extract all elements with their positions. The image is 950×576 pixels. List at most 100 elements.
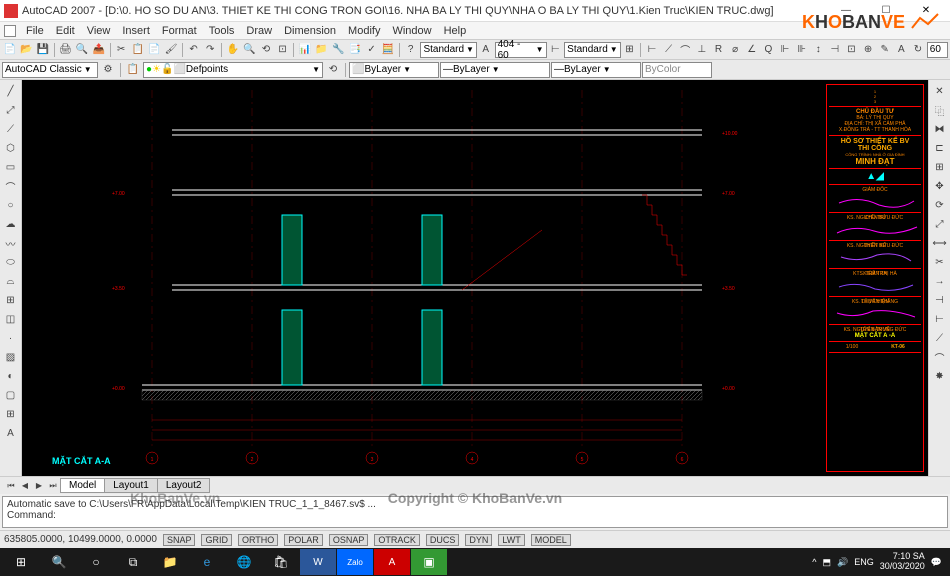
fillet-button[interactable]: ⌒ xyxy=(931,348,949,366)
menu-draw[interactable]: Draw xyxy=(240,25,278,37)
copy-obj-button[interactable]: ⿻ xyxy=(931,101,949,119)
grid-toggle[interactable]: GRID xyxy=(201,534,232,546)
tab-first-button[interactable]: ⏮ xyxy=(4,479,18,493)
tab-next-button[interactable]: ▶ xyxy=(32,479,46,493)
region-button[interactable]: ▢ xyxy=(2,386,20,404)
line-button[interactable]: ╱ xyxy=(2,82,20,100)
osnap-toggle[interactable]: OSNAP xyxy=(329,534,369,546)
tray-net-icon[interactable]: ⬒ xyxy=(822,557,831,568)
undo-button[interactable]: ↶ xyxy=(186,41,202,59)
dim-space-button[interactable]: ↕ xyxy=(810,41,826,59)
match-button[interactable]: 🖌 xyxy=(163,41,179,59)
dim-linear-button[interactable]: ⊢ xyxy=(644,41,660,59)
point-button[interactable]: · xyxy=(2,329,20,347)
dim-center-button[interactable]: ⊕ xyxy=(860,41,876,59)
model-toggle[interactable]: MODEL xyxy=(531,534,571,546)
start-button[interactable]: ⊞ xyxy=(2,549,40,575)
tab-last-button[interactable]: ⏭ xyxy=(46,479,60,493)
mirror-button[interactable]: ⧓ xyxy=(931,120,949,138)
spline-button[interactable]: 〰 xyxy=(2,234,20,252)
tab-prev-button[interactable]: ◀ xyxy=(18,479,32,493)
explode-button[interactable]: ✸ xyxy=(931,367,949,385)
coords-readout[interactable]: 635805.0000, 10499.0000, 0.0000 xyxy=(4,534,157,545)
dim-tedit-button[interactable]: A xyxy=(894,41,910,59)
dim-style-combo[interactable]: 404 - 60▼ xyxy=(495,42,547,58)
dim-arc-button[interactable]: ⌒ xyxy=(677,41,693,59)
dim-tol-button[interactable]: ⊡ xyxy=(844,41,860,59)
erase-button[interactable]: ✕ xyxy=(931,82,949,100)
polar-toggle[interactable]: POLAR xyxy=(284,534,323,546)
dim-edit-button[interactable]: ✎ xyxy=(877,41,893,59)
new-button[interactable]: 📄 xyxy=(2,41,18,59)
open-button[interactable]: 📂 xyxy=(19,41,35,59)
dim-cont-button[interactable]: ⊪ xyxy=(794,41,810,59)
system-tray[interactable]: ^ ⬒ 🔊 ENG 7:10 SA 30/03/2020 💬 xyxy=(812,552,948,572)
tab-model[interactable]: Model xyxy=(60,478,105,493)
ws-settings-button[interactable]: ⚙ xyxy=(99,61,117,79)
stretch-button[interactable]: ⟷ xyxy=(931,234,949,252)
xline-button[interactable]: ⤢ xyxy=(2,101,20,119)
text-style-button[interactable]: A xyxy=(478,41,494,59)
copy-button[interactable]: 📋 xyxy=(130,41,146,59)
revcloud-button[interactable]: ☁ xyxy=(2,215,20,233)
menu-window[interactable]: Window xyxy=(386,25,437,37)
edge-button[interactable]: e xyxy=(189,549,225,575)
plot-button[interactable]: 🖨 xyxy=(58,41,74,59)
table-button-side[interactable]: ⊞ xyxy=(2,405,20,423)
dim-update-button[interactable]: ↻ xyxy=(910,41,926,59)
zalo-button[interactable]: Zalo xyxy=(337,549,373,575)
ducs-toggle[interactable]: DUCS xyxy=(426,534,460,546)
command-prompt[interactable]: Command: xyxy=(7,510,943,521)
layer-prev-button[interactable]: ⟲ xyxy=(324,61,342,79)
lineweight-combo[interactable]: — ByLayer▼ xyxy=(551,62,641,78)
table-button[interactable]: ⊞ xyxy=(622,41,638,59)
dim-rad-button[interactable]: R xyxy=(711,41,727,59)
word-button[interactable]: W xyxy=(300,549,336,575)
dim-button[interactable]: ⊢ xyxy=(548,41,564,59)
ssm-button[interactable]: 📑 xyxy=(347,41,363,59)
otrack-toggle[interactable]: OTRACK xyxy=(374,534,420,546)
tray-up-icon[interactable]: ^ xyxy=(812,557,816,567)
layer-combo[interactable]: ● ☀ 🔓 ⬜ Defpoints▼ xyxy=(143,62,323,78)
offset-button[interactable]: ⊏ xyxy=(931,139,949,157)
properties-button[interactable]: 📊 xyxy=(297,41,313,59)
menu-edit[interactable]: Edit xyxy=(50,25,81,37)
move-button[interactable]: ✥ xyxy=(931,177,949,195)
zoom-button[interactable]: 🔍 xyxy=(242,41,258,59)
zoom-prev-button[interactable]: ⟲ xyxy=(258,41,274,59)
rotate-button[interactable]: ⟳ xyxy=(931,196,949,214)
paste-button[interactable]: 📄 xyxy=(147,41,163,59)
menu-tools[interactable]: Tools xyxy=(203,25,241,37)
tray-vol-icon[interactable]: 🔊 xyxy=(837,557,848,568)
style-combo[interactable]: Standard▼ xyxy=(420,42,477,58)
cortana-button[interactable]: ○ xyxy=(78,549,114,575)
menu-dimension[interactable]: Dimension xyxy=(278,25,342,37)
zoom-window-button[interactable]: ⊡ xyxy=(275,41,291,59)
calc-button[interactable]: 🧮 xyxy=(380,41,396,59)
dim-ord-button[interactable]: ⊥ xyxy=(694,41,710,59)
polygon-button[interactable]: ⬡ xyxy=(2,139,20,157)
extend-button[interactable]: → xyxy=(931,272,949,290)
scale-button[interactable]: ⤢ xyxy=(931,215,949,233)
lwt-toggle[interactable]: LWT xyxy=(498,534,524,546)
dim-aligned-button[interactable]: ⟋ xyxy=(661,41,677,59)
ellipse-button[interactable]: ⬭ xyxy=(2,253,20,271)
redo-button[interactable]: ↷ xyxy=(202,41,218,59)
mtext-button[interactable]: A xyxy=(2,424,20,442)
pline-button[interactable]: ⟋ xyxy=(2,120,20,138)
menu-help[interactable]: Help xyxy=(438,25,473,37)
ellipsearc-button[interactable]: ⌓ xyxy=(2,272,20,290)
circle-button[interactable]: ○ xyxy=(2,196,20,214)
pan-button[interactable]: ✋ xyxy=(225,41,241,59)
menu-view[interactable]: View xyxy=(81,25,117,37)
trim-button[interactable]: ✂ xyxy=(931,253,949,271)
menu-insert[interactable]: Insert xyxy=(116,25,156,37)
table-style-combo[interactable]: Standard▼ xyxy=(564,42,621,58)
insert-button[interactable]: ⊞ xyxy=(2,291,20,309)
search-button[interactable]: 🔍 xyxy=(41,549,77,575)
spin-combo[interactable]: 60 xyxy=(927,42,948,58)
menu-modify[interactable]: Modify xyxy=(342,25,386,37)
tp-button[interactable]: 🔧 xyxy=(330,41,346,59)
gradient-button[interactable]: ◐ xyxy=(2,367,20,385)
layer-props-button[interactable]: 📋 xyxy=(124,61,142,79)
